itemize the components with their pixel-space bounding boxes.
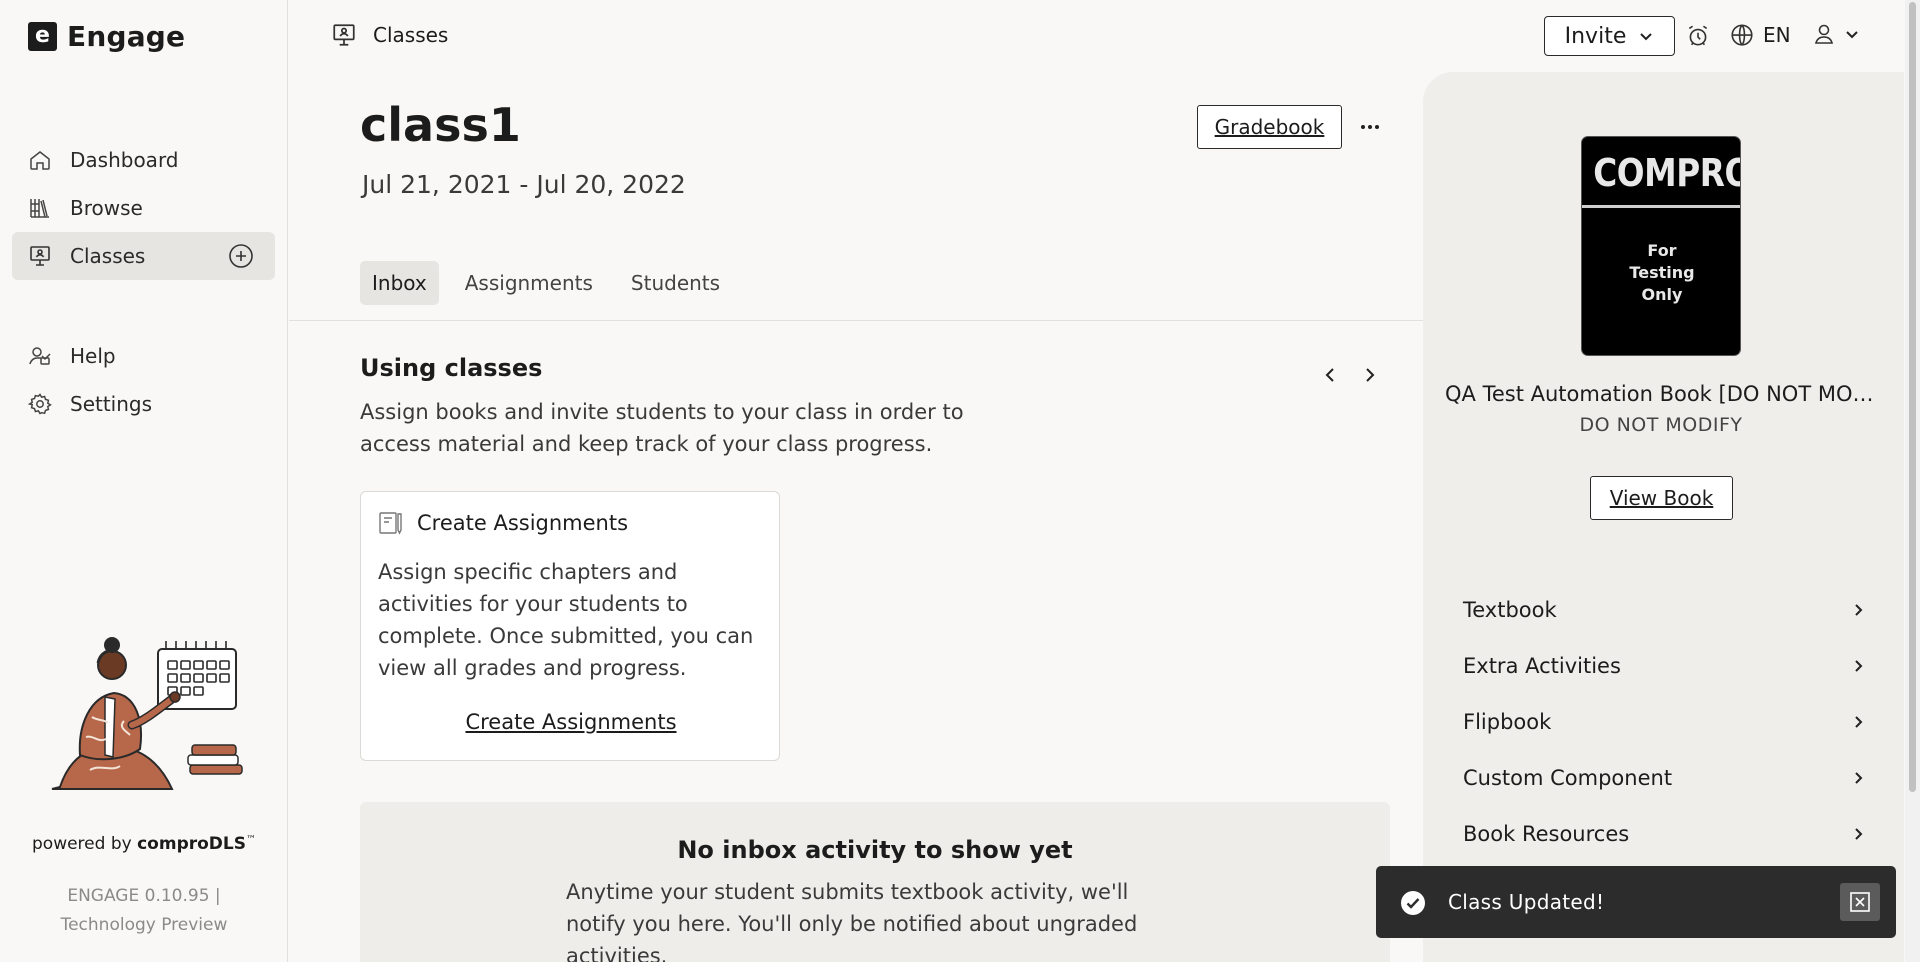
close-icon <box>1850 892 1870 912</box>
gradebook-button[interactable]: Gradebook <box>1197 105 1342 149</box>
app-logo[interactable]: e Engage <box>28 20 185 53</box>
teacher-illustration <box>51 637 243 790</box>
section-description: Assign books and invite students to your… <box>360 400 964 456</box>
globe-icon <box>1731 24 1753 46</box>
tab-inbox[interactable]: Inbox <box>360 261 439 305</box>
tab-students[interactable]: Students <box>619 261 732 305</box>
sidebar-item-label: Settings <box>70 392 153 416</box>
chevron-right-icon <box>1855 828 1863 840</box>
chevron-right-icon[interactable] <box>1357 362 1383 388</box>
sidebar-item-label: Help <box>70 344 116 368</box>
chevron-down-icon <box>1640 33 1653 41</box>
logo-mark-icon: e <box>28 22 57 51</box>
sidebar-item-dashboard[interactable]: Dashboard <box>12 136 275 184</box>
empty-state-description: Anytime your student submits textbook ac… <box>566 880 1138 962</box>
sidebar-item-label: Dashboard <box>70 148 179 172</box>
powered-by: powered by comproDLS™ <box>32 834 256 854</box>
class-title: class1 <box>360 98 521 152</box>
sidebar-item-help[interactable]: Help <box>12 332 275 380</box>
user-menu[interactable] <box>1812 22 1860 46</box>
assignment-icon <box>379 512 402 535</box>
page-scrollbar[interactable] <box>1905 0 1920 962</box>
breadcrumb-label: Classes <box>373 23 449 47</box>
language-selector[interactable]: EN <box>1729 22 1791 48</box>
app-name: Engage <box>67 20 186 53</box>
view-book-button[interactable]: View Book <box>1590 476 1733 520</box>
resource-textbook[interactable]: Textbook <box>1445 582 1885 638</box>
alarm-icon[interactable] <box>1685 23 1711 49</box>
sidebar-item-settings[interactable]: Settings <box>12 380 275 428</box>
breadcrumb[interactable]: Classes <box>331 22 448 48</box>
chevron-down-icon <box>1846 31 1858 39</box>
book-subtitle: DO NOT MODIFY <box>1579 414 1743 436</box>
sidebar-item-label: Browse <box>70 196 143 220</box>
app-version: ENGAGE 0.10.95 | Technology Preview <box>60 886 228 935</box>
resource-book-resources[interactable]: Book Resources <box>1445 806 1885 862</box>
chevron-left-icon[interactable] <box>1317 362 1343 388</box>
book-panel: COMPRO For Testing Only QA Test Automati… <box>1423 72 1904 962</box>
card-title: Create Assignments <box>417 511 629 535</box>
cover-title: COMPRO <box>1593 151 1741 195</box>
invite-button[interactable]: Invite <box>1544 16 1675 56</box>
resource-custom-component[interactable]: Custom Component <box>1445 750 1885 806</box>
sidebar-item-browse[interactable]: Browse <box>12 184 275 232</box>
help-icon <box>29 347 51 365</box>
toast-close-button[interactable] <box>1840 883 1880 921</box>
sidebar-item-classes[interactable]: Classes <box>12 232 275 280</box>
sidebar-nav: Dashboard Browse Classes Help Settings <box>12 136 275 428</box>
empty-state: No inbox activity to show yet Anytime yo… <box>360 802 1390 962</box>
chevron-right-icon <box>1855 660 1863 672</box>
empty-state-title: No inbox activity to show yet <box>677 836 1073 864</box>
tab-assignments[interactable]: Assignments <box>453 261 605 305</box>
chevron-right-icon <box>1855 716 1863 728</box>
section-title: Using classes <box>360 354 543 382</box>
top-bar: Classes Invite EN <box>289 0 1905 72</box>
class-dates: Jul 21, 2021 - Jul 20, 2022 <box>362 170 686 199</box>
language-label: EN <box>1763 23 1791 47</box>
resource-extra-activities[interactable]: Extra Activities <box>1445 638 1885 694</box>
gear-icon <box>28 393 52 415</box>
user-icon <box>1814 24 1834 44</box>
resource-flipbook[interactable]: Flipbook <box>1445 694 1885 750</box>
book-title: QA Test Automation Book [DO NOT MODIFY] <box>1445 382 1885 406</box>
class-tabs: Inbox Assignments Students <box>360 261 732 305</box>
scrollbar-thumb[interactable] <box>1909 2 1916 792</box>
book-cover[interactable]: COMPRO For Testing Only <box>1581 136 1741 356</box>
divider <box>289 320 1423 321</box>
library-icon <box>30 199 49 218</box>
cover-subtitle: For Testing Only <box>1629 241 1695 304</box>
add-class-icon[interactable] <box>227 242 255 270</box>
classes-icon <box>30 246 50 266</box>
chevron-right-icon <box>1855 604 1863 616</box>
home-icon <box>30 151 50 170</box>
sidebar: e Engage Dashboard Browse Classes Help S… <box>0 0 288 962</box>
powered-brand: comproDLS <box>137 834 246 854</box>
sidebar-item-label: Classes <box>70 244 146 268</box>
toast-notification: Class Updated! <box>1376 866 1896 938</box>
check-circle-icon <box>1401 891 1425 915</box>
more-options-icon[interactable] <box>1357 116 1383 138</box>
classes-icon <box>333 24 355 46</box>
toast-message: Class Updated! <box>1448 890 1605 914</box>
card-body: Assign specific chapters and activities … <box>378 560 754 680</box>
book-resources-list: Textbook Extra Activities Flipbook Custo… <box>1445 582 1885 862</box>
chevron-right-icon <box>1855 772 1863 784</box>
create-assignments-link[interactable]: Create Assignments <box>361 710 781 734</box>
create-assignments-card: Create Assignments Assign specific chapt… <box>360 491 780 761</box>
